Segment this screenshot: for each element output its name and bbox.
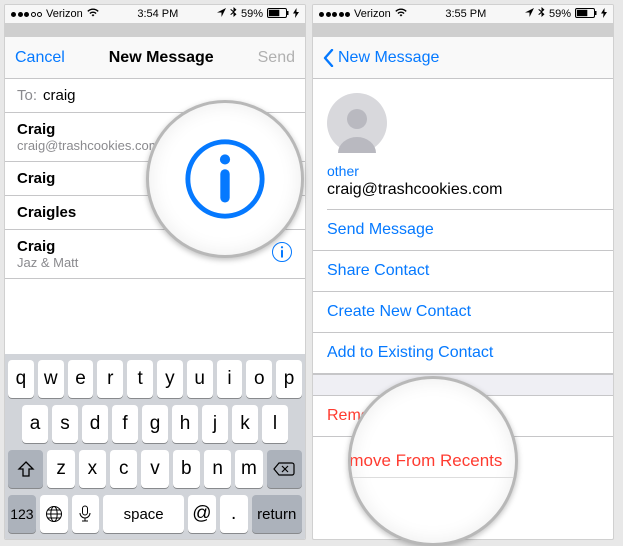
send-button[interactable]: Send (258, 49, 295, 67)
key-at[interactable]: @ (188, 495, 216, 533)
charging-icon (293, 8, 299, 21)
contact-email: craig@trashcookies.com (327, 181, 599, 199)
back-button[interactable]: New Message (323, 49, 439, 67)
key-return[interactable]: return (252, 495, 302, 533)
to-label: To: (17, 87, 37, 104)
suggestion-name: Craig (17, 238, 78, 255)
key-g[interactable]: g (142, 405, 168, 443)
modal-backdrop-strip (5, 23, 305, 37)
create-new-contact-button[interactable]: Create New Contact (313, 292, 613, 333)
key-o[interactable]: o (246, 360, 272, 398)
callout-circle-info-icon (146, 100, 304, 258)
clock-label: 3:54 PM (137, 8, 178, 20)
bluetooth-icon (230, 7, 237, 21)
suggestion-sub: Jaz & Matt (17, 255, 78, 270)
clock-label: 3:55 PM (445, 8, 486, 20)
avatar (327, 93, 387, 153)
contact-other-section[interactable]: other craig@trashcookies.com (313, 153, 613, 201)
key-l[interactable]: l (262, 405, 288, 443)
suggestion-sub: craig@trashcookies.com (17, 138, 160, 153)
key-d[interactable]: d (82, 405, 108, 443)
key-shift[interactable] (8, 450, 43, 488)
charging-icon (601, 8, 607, 21)
key-k[interactable]: k (232, 405, 258, 443)
status-bar: Verizon 3:54 PM 59% (5, 5, 305, 23)
callout-remove-label: Remove From Recents (348, 445, 518, 478)
key-y[interactable]: y (157, 360, 183, 398)
keyboard: q w e r t y u i o p a s d f g h j k l (5, 354, 305, 539)
nav-bar: Cancel New Message Send (5, 37, 305, 79)
carrier-label: Verizon (46, 8, 83, 20)
key-s[interactable]: s (52, 405, 78, 443)
key-backspace[interactable] (267, 450, 302, 488)
suggestion-name: Craig (17, 121, 160, 138)
info-icon (182, 136, 268, 222)
key-f[interactable]: f (112, 405, 138, 443)
key-i[interactable]: i (217, 360, 243, 398)
location-icon (525, 8, 534, 20)
carrier-label: Verizon (354, 8, 391, 20)
key-r[interactable]: r (97, 360, 123, 398)
key-x[interactable]: x (79, 450, 106, 488)
cancel-button[interactable]: Cancel (15, 49, 65, 67)
wifi-icon (395, 8, 407, 20)
other-label: other (327, 163, 599, 179)
key-c[interactable]: c (110, 450, 137, 488)
key-u[interactable]: u (187, 360, 213, 398)
status-bar: Verizon 3:55 PM 59% (313, 5, 613, 23)
key-dot[interactable]: . (220, 495, 248, 533)
signal-dots-icon (319, 12, 350, 17)
key-w[interactable]: w (38, 360, 64, 398)
key-e[interactable]: e (68, 360, 94, 398)
key-z[interactable]: z (47, 450, 74, 488)
battery-percent: 59% (549, 8, 571, 20)
battery-percent: 59% (241, 8, 263, 20)
key-v[interactable]: v (141, 450, 168, 488)
key-p[interactable]: p (276, 360, 302, 398)
key-123[interactable]: 123 (8, 495, 36, 533)
to-input[interactable]: craig (43, 87, 76, 104)
key-a[interactable]: a (22, 405, 48, 443)
suggestion-name: Craigles (17, 204, 76, 221)
send-message-button[interactable]: Send Message (313, 210, 613, 251)
phone-left-new-message: Verizon 3:54 PM 59% Cancel New Message S… (4, 4, 306, 540)
info-icon[interactable] (271, 241, 293, 267)
battery-icon (267, 8, 289, 21)
key-globe[interactable] (40, 495, 68, 533)
bluetooth-icon (538, 7, 545, 21)
location-icon (217, 8, 226, 20)
key-dictation[interactable] (72, 495, 100, 533)
signal-dots-icon (11, 12, 42, 17)
suggestion-name: Craig (17, 170, 55, 187)
key-j[interactable]: j (202, 405, 228, 443)
key-q[interactable]: q (8, 360, 34, 398)
callout-circle-remove-from-recents: Remove From Recents (348, 376, 518, 546)
nav-bar: New Message (313, 37, 613, 79)
key-t[interactable]: t (127, 360, 153, 398)
nav-title: New Message (109, 49, 214, 67)
share-contact-button[interactable]: Share Contact (313, 251, 613, 292)
key-m[interactable]: m (235, 450, 262, 488)
modal-backdrop-strip (313, 23, 613, 37)
back-label: New Message (338, 49, 439, 67)
key-space[interactable]: space (103, 495, 184, 533)
key-n[interactable]: n (204, 450, 231, 488)
key-b[interactable]: b (173, 450, 200, 488)
person-silhouette-icon (334, 103, 380, 153)
wifi-icon (87, 8, 99, 20)
add-to-existing-contact-button[interactable]: Add to Existing Contact (313, 333, 613, 374)
chevron-left-icon (323, 49, 334, 67)
key-h[interactable]: h (172, 405, 198, 443)
battery-icon (575, 8, 597, 21)
